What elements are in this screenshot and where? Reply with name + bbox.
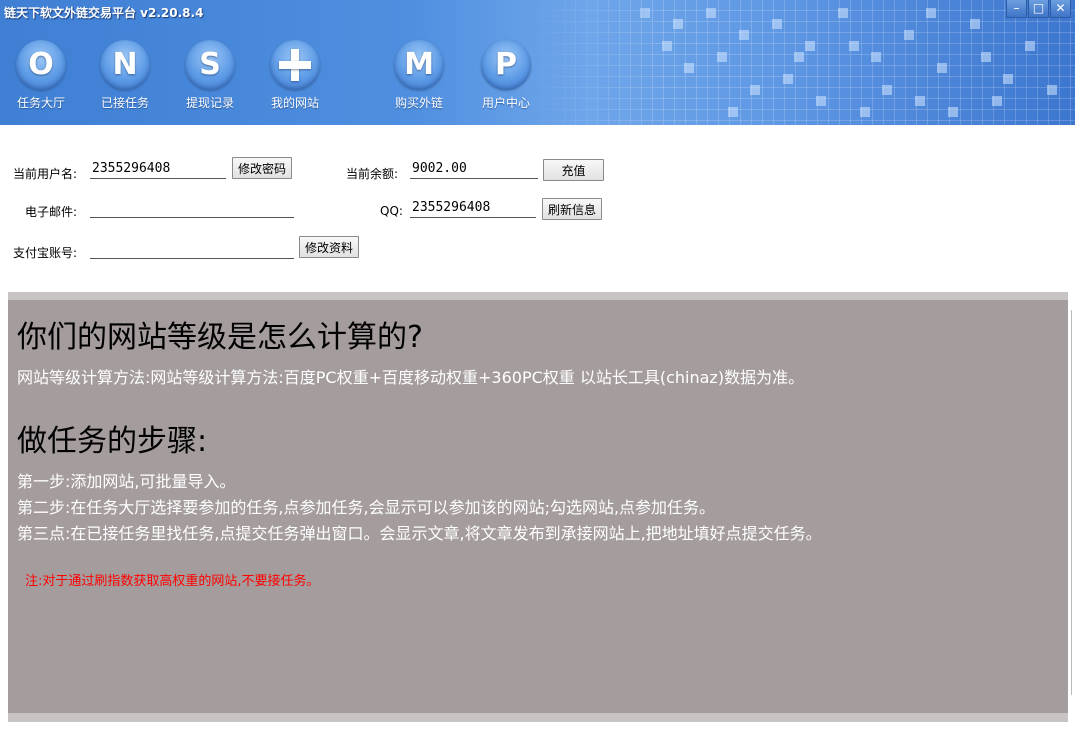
nav-my-sites-button[interactable]: 我的网站 (260, 40, 330, 110)
change-password-button[interactable]: 修改密码 (232, 157, 293, 179)
nav-label: 任务大厅 (16, 96, 65, 110)
minimize-button[interactable]: – (1006, 0, 1027, 18)
qq-field[interactable] (410, 198, 536, 218)
n-icon: N (100, 40, 150, 90)
nav-label: 提现记录 (185, 96, 234, 110)
window-controls: – □ ✕ (1005, 0, 1071, 18)
nav-withdraw-records-button[interactable]: S 提现记录 (175, 40, 245, 110)
nav-user-center-button[interactable]: P 用户中心 (471, 40, 541, 110)
alipay-label: 支付宝账号: (13, 246, 78, 260)
nav-buy-links-button[interactable]: M 购买外链 (384, 40, 454, 110)
task-step: 第一步:添加网站,可批量导入。 (17, 472, 236, 491)
nav-task-hall-button[interactable]: O 任务大厅 (6, 40, 76, 110)
m-icon: M (394, 40, 444, 90)
balance-label: 当前余额: (346, 167, 399, 181)
p-icon: P (481, 40, 531, 90)
task-step: 第二步:在任务大厅选择要参加的任务,点参加任务,会显示可以参加该的网站;勾选网站… (17, 498, 716, 517)
recharge-button[interactable]: 充值 (543, 159, 604, 181)
task-step: 第三点:在已接任务里找任务,点提交任务弹出窗口。会显示文章,将文章发布到承接网站… (17, 524, 822, 543)
site-level-description: 网站等级计算方法:网站等级计算方法:百度PC权重+百度移动权重+360PC权重 … (17, 368, 805, 387)
edit-profile-button[interactable]: 修改资料 (299, 236, 360, 258)
balance-field[interactable] (410, 159, 538, 179)
email-label: 电子邮件: (25, 205, 78, 219)
o-icon: O (16, 40, 66, 90)
task-steps-heading: 做任务的步骤: (17, 424, 208, 459)
scrollbar-edge (1071, 310, 1072, 695)
username-field[interactable] (90, 159, 226, 179)
username-label: 当前用户名: (13, 167, 78, 181)
site-level-heading: 你们的网站等级是怎么计算的? (17, 320, 423, 355)
nav-label: 用户中心 (481, 96, 530, 110)
nav-accepted-tasks-button[interactable]: N 已接任务 (90, 40, 160, 110)
window-title: 链天下软文外链交易平台 v2.20.8.4 (4, 6, 204, 20)
warning-note: 注:对于通过刷指数获取高权重的网站,不要接任务。 (25, 574, 320, 589)
qq-label: QQ: (380, 204, 403, 218)
s-icon: S (185, 40, 235, 90)
header-mosaic-decoration (520, 0, 1075, 125)
plus-icon (270, 40, 320, 90)
maximize-button[interactable]: □ (1028, 0, 1049, 18)
nav-label: 已接任务 (100, 96, 149, 110)
refresh-info-button[interactable]: 刷新信息 (542, 198, 603, 220)
app-header: 链天下软文外链交易平台 v2.20.8.4 – □ ✕ O 任务大厅 N 已接任… (0, 0, 1075, 125)
close-button[interactable]: ✕ (1050, 0, 1071, 18)
info-panel: 你们的网站等级是怎么计算的? 网站等级计算方法:网站等级计算方法:百度PC权重+… (8, 300, 1068, 713)
alipay-field[interactable] (90, 239, 294, 259)
nav-label: 购买外链 (394, 96, 443, 110)
nav-label: 我的网站 (270, 96, 319, 110)
email-field[interactable] (90, 198, 294, 218)
